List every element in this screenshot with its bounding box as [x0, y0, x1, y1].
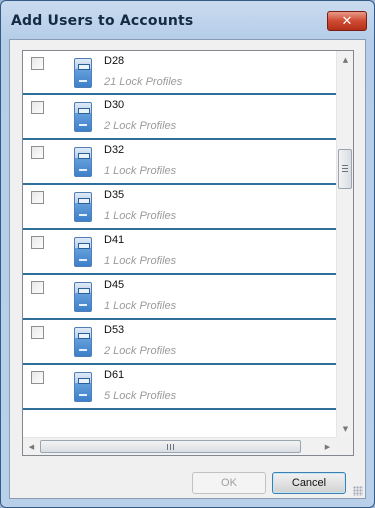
- lock-device-icon: [74, 147, 92, 177]
- item-lock-profiles: 1 Lock Profiles: [104, 255, 177, 267]
- grip-line: [173, 443, 174, 450]
- lock-device-icon: [74, 282, 92, 312]
- dialog-title: Add Users to Accounts: [11, 13, 194, 29]
- horizontal-scroll-thumb[interactable]: [40, 440, 301, 453]
- item-checkbox[interactable]: [31, 191, 44, 204]
- list-item[interactable]: D53 2 Lock Profiles: [23, 320, 336, 365]
- ok-button[interactable]: OK: [192, 472, 266, 494]
- item-lock-profiles: 21 Lock Profiles: [104, 76, 183, 88]
- list-item[interactable]: D28 21 Lock Profiles: [23, 51, 336, 95]
- list-item[interactable]: D30 2 Lock Profiles: [23, 95, 336, 140]
- list-item[interactable]: D45 1 Lock Profiles: [23, 275, 336, 320]
- item-checkbox[interactable]: [31, 57, 44, 70]
- item-name: D35: [104, 189, 125, 201]
- scroll-left-icon[interactable]: ◀: [23, 438, 40, 455]
- item-checkbox[interactable]: [31, 326, 44, 339]
- cancel-button[interactable]: Cancel: [272, 472, 346, 494]
- lock-device-icon: [74, 237, 92, 267]
- lock-device-icon: [74, 192, 92, 222]
- item-name: D45: [104, 279, 125, 291]
- grip-line: [167, 443, 168, 450]
- title-bar[interactable]: Add Users to Accounts ✕: [1, 1, 374, 35]
- item-name: D41: [104, 234, 125, 246]
- item-checkbox[interactable]: [31, 101, 44, 114]
- item-name: D53: [104, 324, 125, 336]
- grip-line: [342, 168, 348, 169]
- lock-device-icon: [74, 102, 92, 132]
- scrollbar-corner: [336, 437, 353, 455]
- dialog-client-area: D28 21 Lock Profiles D30 2 Lock Profiles…: [9, 39, 366, 499]
- close-button[interactable]: ✕: [327, 11, 367, 31]
- list-item[interactable]: D32 1 Lock Profiles: [23, 140, 336, 185]
- list-item[interactable]: D35 1 Lock Profiles: [23, 185, 336, 230]
- item-name: D61: [104, 369, 125, 381]
- scroll-right-icon[interactable]: ▶: [319, 438, 336, 455]
- lock-device-icon: [74, 372, 92, 402]
- list-item[interactable]: D41 1 Lock Profiles: [23, 230, 336, 275]
- dialog-footer: OK Cancel: [10, 464, 365, 498]
- item-checkbox[interactable]: [31, 281, 44, 294]
- item-lock-profiles: 2 Lock Profiles: [104, 120, 177, 132]
- resize-grip[interactable]: [353, 486, 363, 496]
- close-icon: ✕: [341, 13, 353, 29]
- list-item[interactable]: D61 5 Lock Profiles: [23, 365, 336, 410]
- item-checkbox[interactable]: [31, 236, 44, 249]
- grip-line: [342, 171, 348, 172]
- lock-device-icon: [74, 327, 92, 357]
- account-list-rows: D28 21 Lock Profiles D30 2 Lock Profiles…: [23, 51, 336, 437]
- grip-line: [170, 443, 171, 450]
- vertical-scrollbar[interactable]: ▲ ▼: [336, 51, 353, 437]
- add-users-dialog: Add Users to Accounts ✕ D28 21 Lock Prof…: [0, 0, 375, 508]
- item-checkbox[interactable]: [31, 146, 44, 159]
- item-name: D30: [104, 99, 125, 111]
- item-lock-profiles: 1 Lock Profiles: [104, 210, 177, 222]
- item-checkbox[interactable]: [31, 371, 44, 384]
- vertical-scroll-thumb[interactable]: [338, 149, 352, 189]
- horizontal-scrollbar[interactable]: ◀ ▶: [23, 437, 336, 455]
- item-lock-profiles: 1 Lock Profiles: [104, 300, 177, 312]
- item-lock-profiles: 5 Lock Profiles: [104, 390, 177, 402]
- grip-line: [342, 165, 348, 166]
- scroll-down-icon[interactable]: ▼: [337, 420, 353, 437]
- item-lock-profiles: 2 Lock Profiles: [104, 345, 177, 357]
- scroll-up-icon[interactable]: ▲: [337, 51, 353, 68]
- item-name: D28: [104, 55, 125, 67]
- item-lock-profiles: 1 Lock Profiles: [104, 165, 177, 177]
- account-list: D28 21 Lock Profiles D30 2 Lock Profiles…: [22, 50, 354, 456]
- lock-device-icon: [74, 58, 92, 88]
- item-name: D32: [104, 144, 125, 156]
